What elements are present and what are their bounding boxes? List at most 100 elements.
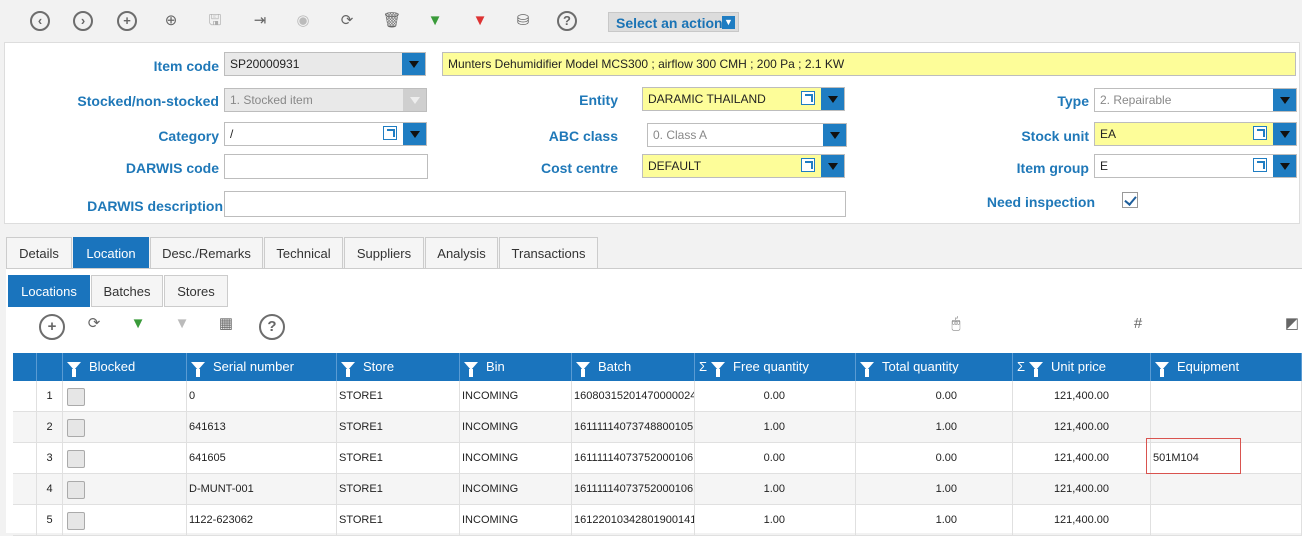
header-free-quantity[interactable]: Σ Free quantity — [695, 353, 856, 381]
equipment-cell[interactable] — [1151, 505, 1302, 535]
open-link-icon[interactable] — [1253, 126, 1267, 140]
cost-centre-dropdown-icon[interactable] — [821, 155, 844, 177]
tab-technical[interactable]: Technical — [264, 237, 343, 269]
select-action-dropdown[interactable]: Select an action ▼ — [608, 12, 739, 32]
header-bin[interactable]: Bin — [460, 353, 572, 381]
entity-dropdown-icon[interactable] — [821, 88, 844, 110]
table-row[interactable]: 1 0 STORE1 INCOMING 16080315201470000024… — [13, 381, 1302, 412]
darwis-code-input[interactable] — [224, 154, 428, 179]
window-icon[interactable]: ◩ — [1283, 313, 1301, 335]
open-link-icon[interactable] — [801, 158, 815, 172]
table-row[interactable]: 3 641605 STORE1 INCOMING 161111140737520… — [13, 443, 1302, 474]
header-unit-price[interactable]: Σ Unit price — [1013, 353, 1151, 381]
tab-transactions[interactable]: Transactions — [499, 237, 598, 269]
filter-icon[interactable] — [191, 362, 205, 377]
filter-remove-icon[interactable]: ▼ — [469, 10, 491, 32]
blocked-checkbox[interactable] — [67, 419, 85, 437]
stock-unit-field[interactable]: EA — [1094, 122, 1297, 146]
tab-details[interactable]: Details — [6, 237, 72, 269]
table-row[interactable]: 4 D-MUNT-001 STORE1 INCOMING 16111114073… — [13, 474, 1302, 505]
open-link-icon[interactable] — [1253, 158, 1267, 172]
refresh-icon[interactable]: ⟳ — [336, 10, 358, 32]
filter-icon[interactable] — [1029, 362, 1044, 377]
equipment-cell[interactable] — [1151, 474, 1302, 504]
delete-icon[interactable]: 🗑 — [381, 10, 403, 32]
blocked-checkbox[interactable] — [67, 481, 85, 499]
excel-icon[interactable]: ▦ — [215, 313, 237, 335]
darwis-description-input[interactable] — [224, 191, 846, 217]
header-blocked[interactable]: Blocked — [63, 353, 187, 381]
refresh-icon[interactable]: ⟳ — [83, 313, 105, 335]
cost-centre-field[interactable]: DEFAULT — [642, 154, 845, 178]
mouse-icon[interactable]: 🖱 — [945, 313, 967, 335]
tab-location[interactable]: Location — [73, 237, 149, 269]
view-icon[interactable]: ◉ — [292, 10, 314, 32]
header-equipment[interactable]: Equipment — [1151, 353, 1302, 381]
blocked-cell[interactable] — [63, 443, 187, 473]
stock-unit-dropdown-icon[interactable] — [1273, 123, 1296, 145]
item-code-field[interactable]: SP20000931 — [224, 52, 426, 76]
hash-icon[interactable]: # — [1127, 313, 1149, 335]
abc-class-field[interactable]: 0. Class A — [647, 123, 847, 147]
open-link-icon[interactable] — [801, 91, 815, 105]
equipment-cell[interactable] — [1151, 381, 1302, 411]
header-batch[interactable]: Batch — [572, 353, 695, 381]
stocked-dropdown-icon[interactable] — [403, 89, 426, 111]
item-code-dropdown-icon[interactable] — [402, 53, 425, 75]
add-icon[interactable]: + — [39, 314, 65, 340]
row-selector[interactable] — [13, 412, 37, 442]
open-link-icon[interactable] — [383, 126, 397, 140]
help-icon[interactable]: ? — [259, 314, 285, 340]
subtab-stores[interactable]: Stores — [164, 275, 228, 307]
help-icon[interactable]: ? — [557, 11, 577, 31]
blocked-checkbox[interactable] — [67, 512, 85, 530]
need-inspection-checkbox[interactable] — [1122, 192, 1138, 208]
forward-icon[interactable]: › — [73, 11, 93, 31]
header-store[interactable]: Store — [337, 353, 460, 381]
blocked-checkbox[interactable] — [67, 450, 85, 468]
row-selector[interactable] — [13, 443, 37, 473]
type-field[interactable]: 2. Repairable — [1094, 88, 1297, 112]
filter-icon[interactable] — [1155, 362, 1169, 377]
export-icon[interactable]: ⇥ — [249, 10, 271, 32]
filter-icon[interactable] — [341, 362, 355, 377]
row-selector[interactable] — [13, 505, 37, 535]
blocked-checkbox[interactable] — [67, 388, 85, 406]
abc-class-dropdown-icon[interactable] — [823, 124, 846, 146]
save-icon[interactable]: 🖫 — [204, 10, 226, 32]
database-search-icon[interactable]: ⛁ — [512, 10, 534, 32]
item-group-dropdown-icon[interactable] — [1273, 155, 1296, 177]
item-description-field[interactable]: Munters Dehumidifier Model MCS300 ; airf… — [442, 52, 1296, 76]
header-total-quantity[interactable]: Total quantity — [856, 353, 1013, 381]
header-serial-number[interactable]: Serial number — [187, 353, 337, 381]
filter-icon[interactable] — [711, 362, 726, 377]
filter-icon[interactable] — [67, 362, 81, 377]
entity-field[interactable]: DARAMIC THAILAND — [642, 87, 845, 111]
filter-icon[interactable] — [464, 362, 478, 377]
blocked-cell[interactable] — [63, 412, 187, 442]
table-row[interactable]: 5 1122-623062 STORE1 INCOMING 1612201034… — [13, 505, 1302, 536]
type-dropdown-icon[interactable] — [1273, 89, 1296, 111]
blocked-cell[interactable] — [63, 381, 187, 411]
add-icon[interactable]: + — [117, 11, 137, 31]
filter-remove-icon[interactable]: ▼ — [171, 313, 193, 335]
filter-icon[interactable] — [860, 362, 874, 377]
tab-analysis[interactable]: Analysis — [425, 237, 498, 269]
back-icon[interactable]: ‹ — [30, 11, 50, 31]
subtab-batches[interactable]: Batches — [91, 275, 163, 307]
row-selector[interactable] — [13, 474, 37, 504]
filter-add-icon[interactable]: ▼ — [127, 313, 149, 335]
add-copy-icon[interactable]: ⊕ — [160, 10, 182, 32]
table-row[interactable]: 2 641613 STORE1 INCOMING 161111140737488… — [13, 412, 1302, 443]
blocked-cell[interactable] — [63, 474, 187, 504]
stocked-field[interactable]: 1. Stocked item — [224, 88, 427, 112]
category-field[interactable]: / — [224, 122, 427, 146]
tab-desc-remarks[interactable]: Desc./Remarks — [150, 237, 263, 269]
filter-icon[interactable] — [576, 362, 590, 377]
filter-add-icon[interactable]: ▼ — [424, 10, 446, 32]
row-selector[interactable] — [13, 381, 37, 411]
item-group-field[interactable]: E — [1094, 154, 1297, 178]
subtab-locations[interactable]: Locations — [8, 275, 90, 307]
blocked-cell[interactable] — [63, 505, 187, 535]
tab-suppliers[interactable]: Suppliers — [344, 237, 424, 269]
